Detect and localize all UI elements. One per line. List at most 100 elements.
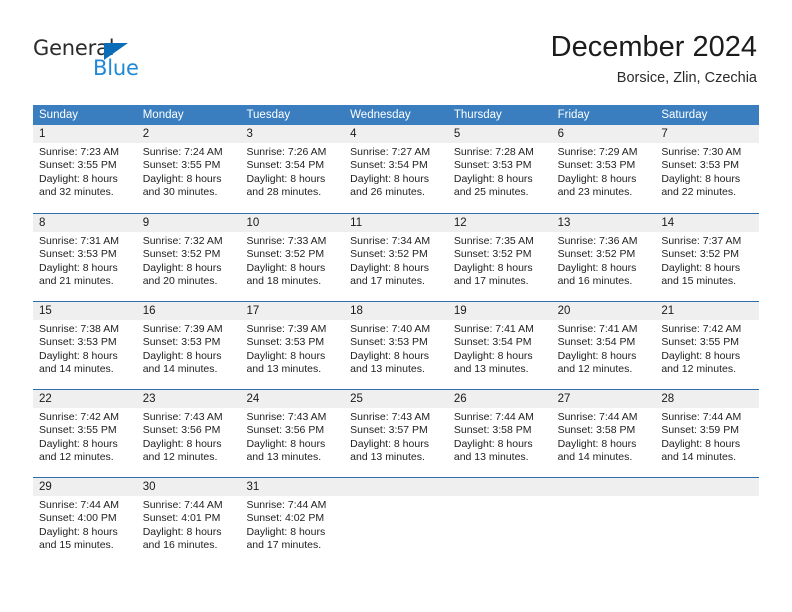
sunset-text: Sunset: 3:52 PM (453, 248, 532, 261)
calendar-day-cell[interactable]: 19 Sunrise: 7:41 AM Sunset: 3:54 PM Dayligh… (447, 302, 552, 389)
day-number: 15 (33, 302, 137, 320)
sunrise-text: Sunrise: 7:28 AM (453, 146, 534, 158)
sunrise-text: Sunrise: 7:44 AM (39, 499, 119, 511)
calendar-day-cell[interactable]: 8 Sunrise: 7:31 AM Sunset: 3:53 PM Daylight… (33, 214, 137, 301)
calendar-day-cell[interactable]: 23 Sunrise: 7:43 AM Sunset: 3:56 PM Dayligh… (136, 390, 241, 477)
day-number: 16 (136, 302, 241, 320)
calendar-day-cell[interactable]: 27 Sunrise: 7:44 AM Sunset: 3:58 PM Dayligh… (551, 390, 656, 477)
day-sun-info: Sunrise: 7:29 AM Sunset: 3:53 PM Daylight:… (552, 143, 656, 200)
calendar-day-cell[interactable]: 28 Sunrise: 7:44 AM Sunset: 3:59 PM Dayligh… (655, 390, 760, 477)
daylight-text-line1: Daylight: 8 hours (39, 437, 118, 450)
calendar-day-cell[interactable]: 15 Sunrise: 7:38 AM Sunset: 3:53 PM Dayligh… (33, 302, 137, 389)
calendar-day-cell[interactable]: 4 Sunrise: 7:27 AM Sunset: 3:54 PM Daylight… (344, 125, 448, 213)
day-number: 23 (136, 390, 241, 408)
sunrise-text: Sunrise: 7:44 AM (661, 411, 742, 423)
calendar-week-row: 29 Sunrise: 7:44 AM Sunset: 4:00 PM Dayligh… (33, 477, 760, 565)
calendar-day-cell[interactable]: 2 Sunrise: 7:24 AM Sunset: 3:55 PM Daylight… (136, 125, 241, 213)
calendar-day-cell[interactable]: 3 Sunrise: 7:26 AM Sunset: 3:54 PM Daylight… (240, 125, 345, 213)
sunset-text: Sunset: 3:55 PM (39, 159, 117, 172)
day-number: 21 (655, 302, 760, 320)
day-sun-info: Sunrise: 7:33 AM Sunset: 3:52 PM Daylight:… (240, 232, 344, 289)
calendar-day-cell[interactable]: 13 Sunrise: 7:36 AM Sunset: 3:52 PM Dayligh… (551, 214, 656, 301)
day-number: 3 (240, 125, 345, 143)
sunrise-text: Sunrise: 7:40 AM (350, 323, 431, 335)
calendar-day-cell[interactable]: 22 Sunrise: 7:42 AM Sunset: 3:55 PM Dayligh… (33, 390, 137, 477)
page-header: General Blue December 2024 Borsice, Zlin… (0, 0, 792, 100)
sunrise-text: Sunrise: 7:41 AM (557, 323, 638, 335)
calendar-day-cell[interactable]: 21 Sunrise: 7:42 AM Sunset: 3:55 PM Dayligh… (655, 302, 760, 389)
sunrise-text: Sunrise: 7:44 AM (246, 499, 327, 511)
day-sun-info: Sunrise: 7:44 AM Sunset: 4:02 PM Daylight:… (240, 496, 344, 553)
calendar-day-cell[interactable]: 12 Sunrise: 7:35 AM Sunset: 3:52 PM Dayligh… (447, 214, 552, 301)
daylight-text-line1: Daylight: 8 hours (557, 261, 637, 274)
day-number: 8 (33, 214, 137, 232)
daylight-text-line2: and 12 minutes. (661, 363, 737, 376)
calendar-day-cell[interactable]: 5 Sunrise: 7:28 AM Sunset: 3:53 PM Daylight… (447, 125, 552, 213)
sunset-text: Sunset: 3:53 PM (39, 248, 117, 261)
daylight-text-line2: and 13 minutes. (246, 363, 322, 376)
calendar-day-cell[interactable]: 6 Sunrise: 7:29 AM Sunset: 3:53 PM Daylight… (551, 125, 656, 213)
day-sun-info: Sunrise: 7:42 AM Sunset: 3:55 PM Daylight:… (33, 408, 137, 465)
day-number: 1 (33, 125, 137, 143)
sunrise-text: Sunrise: 7:23 AM (39, 146, 119, 158)
day-sun-info: Sunrise: 7:30 AM Sunset: 3:53 PM Daylight:… (655, 143, 759, 200)
general-blue-logo[interactable]: General Blue (33, 36, 233, 86)
sunrise-text: Sunrise: 7:30 AM (661, 146, 742, 158)
daylight-text-line2: and 14 minutes. (142, 363, 218, 376)
calendar-day-cell[interactable]: 20 Sunrise: 7:41 AM Sunset: 3:54 PM Dayligh… (551, 302, 656, 389)
sunrise-text: Sunrise: 7:34 AM (350, 235, 431, 247)
daylight-text-line1: Daylight: 8 hours (142, 525, 222, 538)
calendar-day-cell[interactable]: 16 Sunrise: 7:39 AM Sunset: 3:53 PM Dayligh… (136, 302, 241, 389)
calendar-day-cell[interactable]: 10 Sunrise: 7:33 AM Sunset: 3:52 PM Dayligh… (240, 214, 345, 301)
sunrise-text: Sunrise: 7:37 AM (661, 235, 742, 247)
daylight-text-line1: Daylight: 8 hours (39, 172, 118, 185)
daylight-text-line1: Daylight: 8 hours (246, 349, 326, 362)
daylight-text-line2: and 23 minutes. (557, 186, 633, 199)
daylight-text-line1: Daylight: 8 hours (350, 437, 429, 450)
sunrise-text: Sunrise: 7:33 AM (246, 235, 327, 247)
calendar-day-cell[interactable]: 17 Sunrise: 7:39 AM Sunset: 3:53 PM Dayligh… (240, 302, 345, 389)
daylight-text-line1: Daylight: 8 hours (557, 349, 637, 362)
sunrise-text: Sunrise: 7:24 AM (142, 146, 223, 158)
calendar-day-cell[interactable]: 24 Sunrise: 7:43 AM Sunset: 3:56 PM Dayligh… (240, 390, 345, 477)
daylight-text-line2: and 12 minutes. (39, 451, 114, 464)
calendar-day-cell[interactable]: 30 Sunrise: 7:44 AM Sunset: 4:01 PM Dayligh… (136, 478, 241, 565)
calendar-day-cell[interactable]: 18 Sunrise: 7:40 AM Sunset: 3:53 PM Dayligh… (344, 302, 448, 389)
daylight-text-line2: and 28 minutes. (246, 186, 322, 199)
calendar-day-cell[interactable]: 14 Sunrise: 7:37 AM Sunset: 3:52 PM Dayligh… (655, 214, 760, 301)
daylight-text-line1: Daylight: 8 hours (661, 261, 741, 274)
calendar-day-cell[interactable]: 7 Sunrise: 7:30 AM Sunset: 3:53 PM Daylight… (655, 125, 760, 213)
day-sun-info: Sunrise: 7:37 AM Sunset: 3:52 PM Daylight:… (655, 232, 759, 289)
day-number: 11 (344, 214, 448, 232)
daylight-text-line2: and 16 minutes. (557, 275, 633, 288)
calendar-day-cell[interactable]: 31 Sunrise: 7:44 AM Sunset: 4:02 PM Dayligh… (240, 478, 345, 565)
day-number: 25 (344, 390, 448, 408)
calendar-week-row: 15 Sunrise: 7:38 AM Sunset: 3:53 PM Dayligh… (33, 301, 760, 389)
day-sun-info: Sunrise: 7:42 AM Sunset: 3:55 PM Daylight:… (655, 320, 759, 377)
calendar-day-cell[interactable]: 29 Sunrise: 7:44 AM Sunset: 4:00 PM Dayligh… (33, 478, 137, 565)
daylight-text-line1: Daylight: 8 hours (246, 261, 326, 274)
day-number: 26 (447, 390, 552, 408)
day-sun-info: Sunrise: 7:26 AM Sunset: 3:54 PM Daylight:… (240, 143, 344, 200)
calendar-day-cell[interactable]: 1 Sunrise: 7:23 AM Sunset: 3:55 PM Daylight… (33, 125, 137, 213)
daylight-text-line1: Daylight: 8 hours (350, 349, 429, 362)
daylight-text-line1: Daylight: 8 hours (661, 349, 741, 362)
daylight-text-line2: and 17 minutes. (246, 539, 322, 552)
day-number: 6 (551, 125, 656, 143)
calendar-day-cell[interactable]: 11 Sunrise: 7:34 AM Sunset: 3:52 PM Dayligh… (344, 214, 448, 301)
day-sun-info: Sunrise: 7:32 AM Sunset: 3:52 PM Daylight:… (137, 232, 241, 289)
sunset-text: Sunset: 3:55 PM (39, 424, 117, 437)
day-sun-info: Sunrise: 7:41 AM Sunset: 3:54 PM Daylight:… (552, 320, 656, 377)
daylight-text-line1: Daylight: 8 hours (142, 437, 222, 450)
sunrise-text: Sunrise: 7:27 AM (350, 146, 431, 158)
daylight-text-line2: and 21 minutes. (39, 275, 114, 288)
daylight-text-line2: and 14 minutes. (39, 363, 114, 376)
day-number: 27 (551, 390, 656, 408)
daylight-text-line2: and 30 minutes. (142, 186, 218, 199)
calendar-day-cell[interactable]: 26 Sunrise: 7:44 AM Sunset: 3:58 PM Dayligh… (447, 390, 552, 477)
daylight-text-line1: Daylight: 8 hours (453, 349, 533, 362)
daylight-text-line2: and 14 minutes. (557, 451, 633, 464)
daylight-text-line2: and 13 minutes. (350, 451, 425, 464)
calendar-day-cell[interactable]: 25 Sunrise: 7:43 AM Sunset: 3:57 PM Dayligh… (344, 390, 448, 477)
calendar-day-cell[interactable]: 9 Sunrise: 7:32 AM Sunset: 3:52 PM Daylight… (136, 214, 241, 301)
